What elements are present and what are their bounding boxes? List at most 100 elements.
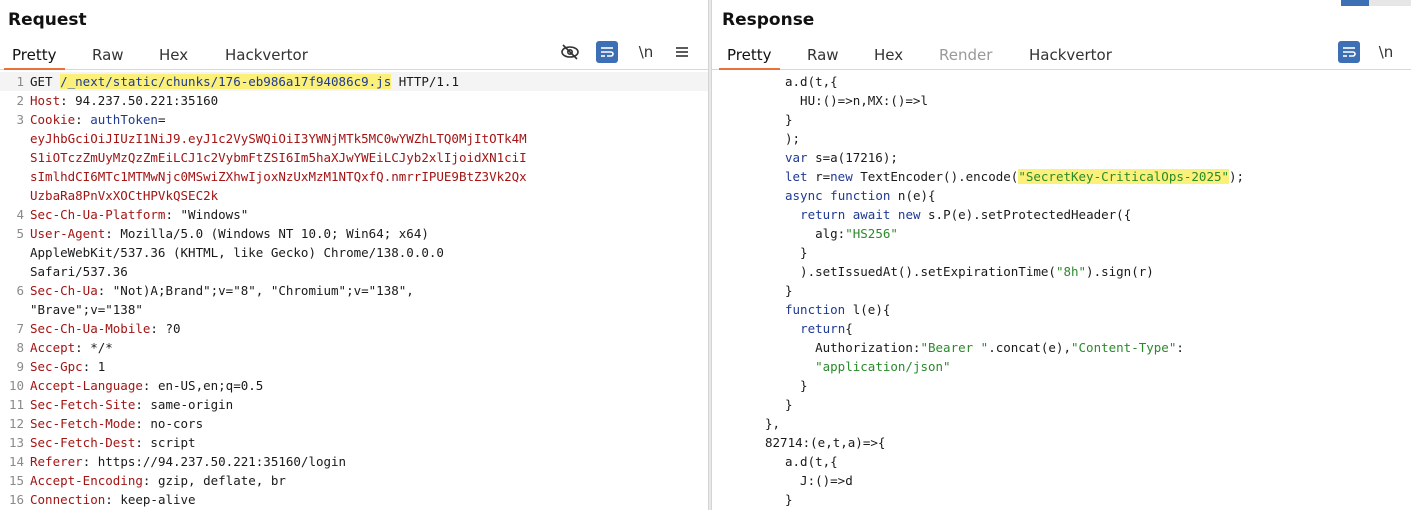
- code-text: Safari/537.36: [30, 262, 128, 281]
- code-text: Accept-Language: en-US,en;q=0.5: [30, 376, 263, 395]
- line-number: 9: [16, 359, 24, 374]
- code-token: : ?0: [150, 321, 181, 336]
- code-token: :: [1176, 340, 1184, 355]
- line-number: 16: [8, 492, 24, 507]
- layout-toggle-inactive[interactable]: [1369, 0, 1411, 6]
- code-line: alg:"HS256": [712, 224, 1411, 243]
- tab-response-pretty[interactable]: Pretty: [719, 46, 779, 70]
- code-token: /_next/static/chunks/176-eb986a17f94086c…: [60, 74, 392, 89]
- code-token: s.P(e).setProtectedHeader({: [920, 207, 1132, 222]
- code-token: : 94.237.50.221:35160: [60, 93, 219, 108]
- tab-response-hex[interactable]: Hex: [874, 46, 903, 64]
- code-token: : no-cors: [135, 416, 204, 431]
- code-token: Accept-Language: [30, 378, 143, 393]
- code-text: S1iOTczZmUyMzQzZmEiLCJ1c2VybmFtZSI6Im5ha…: [30, 148, 527, 167]
- code-line: 1 GET /_next/static/chunks/176-eb986a17f9…: [0, 72, 708, 91]
- line-number: 6: [16, 283, 24, 298]
- code-line: }: [712, 243, 1411, 262]
- code-text: UzbaRa8PnVxXOCtHPVkQSEC2k: [30, 186, 218, 205]
- tab-request-raw[interactable]: Raw: [92, 46, 124, 64]
- code-token: Accept-Encoding: [30, 473, 143, 488]
- code-token: sImlhdCI6MTc1MTMwNjc0MSwiZXhwIjoxNzUxMzM…: [30, 169, 527, 184]
- code-line: 10 Accept-Language: en-US,en;q=0.5: [0, 376, 708, 395]
- code-text: }: [785, 490, 793, 509]
- code-token: {: [845, 321, 853, 336]
- code-token: ).setIssuedAt().setExpirationTime(: [785, 264, 1056, 279]
- code-text: Sec-Ch-Ua: "Not)A;Brand";v="8", "Chromiu…: [30, 281, 414, 300]
- code-text: }: [785, 243, 808, 262]
- code-token: function: [785, 302, 846, 317]
- code-token: .concat(e),: [988, 340, 1071, 355]
- code-token: : en-US,en;q=0.5: [142, 378, 264, 393]
- line-number: 2: [16, 93, 24, 108]
- code-token: Accept: [30, 340, 76, 355]
- response-editor[interactable]: a.d(t,{ HU:()=>n,MX:()=>l}); var s=a(1721…: [712, 72, 1411, 510]
- code-token: }: [785, 283, 793, 298]
- response-tabs: Pretty Raw Hex Render Hackvertor: [712, 44, 1411, 70]
- code-token: HU:()=>n,MX:()=>l: [785, 93, 928, 108]
- code-line: HU:()=>n,MX:()=>l: [712, 91, 1411, 110]
- code-line: },: [712, 414, 1411, 433]
- code-line: 6 Sec-Ch-Ua: "Not)A;Brand";v="8", "Chromi…: [0, 281, 708, 300]
- code-token: "application/json": [815, 359, 951, 374]
- code-text: J:()=>d: [785, 471, 853, 490]
- code-line: async function n(e){: [712, 186, 1411, 205]
- code-text: }: [785, 395, 793, 414]
- code-text: }: [785, 110, 793, 129]
- code-text: Connection: keep-alive: [30, 490, 196, 509]
- code-token: Referer: [30, 454, 83, 469]
- code-line: var s=a(17216);: [712, 148, 1411, 167]
- layout-toggle-active[interactable]: [1341, 0, 1369, 6]
- code-text: a.d(t,{: [785, 452, 838, 471]
- request-editor[interactable]: 1 GET /_next/static/chunks/176-eb986a17f9…: [0, 72, 708, 510]
- code-text: Referer: https://94.237.50.221:35160/log…: [30, 452, 346, 471]
- menu-icon[interactable]: [670, 40, 694, 64]
- code-token: Cookie: [30, 112, 76, 127]
- hide-eye-icon[interactable]: [558, 40, 582, 64]
- code-line: "Brave";v="138": [0, 300, 708, 319]
- line-number: 3: [16, 112, 24, 127]
- code-token: :: [75, 112, 91, 127]
- line-number: 8: [16, 340, 24, 355]
- code-token: l(e){: [845, 302, 891, 317]
- code-line: sImlhdCI6MTc1MTMwNjc0MSwiZXhwIjoxNzUxMzM…: [0, 167, 708, 186]
- word-wrap-icon[interactable]: [1338, 41, 1360, 63]
- newline-toggle-icon[interactable]: \n: [1374, 40, 1398, 64]
- tab-request-hackvertor[interactable]: Hackvertor: [225, 46, 308, 64]
- code-token: return: [800, 207, 846, 222]
- tab-request-hex[interactable]: Hex: [159, 46, 188, 64]
- code-token: : https://94.237.50.221:35160/login: [82, 454, 347, 469]
- code-token: : keep-alive: [105, 492, 196, 507]
- code-text: eyJhbGciOiJIUzI1NiJ9.eyJ1c2VySWQiOiI3YWN…: [30, 129, 527, 148]
- code-token: Safari/537.36: [30, 264, 128, 279]
- code-line: a.d(t,{: [712, 72, 1411, 91]
- code-line: }: [712, 110, 1411, 129]
- code-token: =: [157, 112, 166, 127]
- code-text: Authorization:"Bearer ".concat(e),"Conte…: [785, 338, 1184, 357]
- code-line: Safari/537.36: [0, 262, 708, 281]
- code-text: Accept-Encoding: gzip, deflate, br: [30, 471, 286, 490]
- code-text: var s=a(17216);: [785, 148, 898, 167]
- word-wrap-icon[interactable]: [596, 41, 618, 63]
- code-line: UzbaRa8PnVxXOCtHPVkQSEC2k: [0, 186, 708, 205]
- tab-request-pretty[interactable]: Pretty: [4, 46, 64, 70]
- code-text: a.d(t,{: [785, 72, 838, 91]
- code-text: sImlhdCI6MTc1MTMwNjc0MSwiZXhwIjoxNzUxMzM…: [30, 167, 527, 186]
- code-line: 8 Accept: */*: [0, 338, 708, 357]
- tab-response-render: Render: [939, 46, 993, 64]
- newline-toggle-icon[interactable]: \n: [634, 40, 658, 64]
- code-token: authToken: [90, 112, 158, 127]
- tab-response-hackvertor[interactable]: Hackvertor: [1029, 46, 1112, 64]
- code-token: : Mozilla/5.0 (Windows NT 10.0; Win64; x…: [105, 226, 429, 241]
- tab-response-raw[interactable]: Raw: [807, 46, 839, 64]
- code-line: 13 Sec-Fetch-Dest: script: [0, 433, 708, 452]
- code-line: 2 Host: 94.237.50.221:35160: [0, 91, 708, 110]
- code-line: Authorization:"Bearer ".concat(e),"Conte…: [712, 338, 1411, 357]
- code-token: s=a(17216);: [807, 150, 898, 165]
- code-token: var: [785, 150, 808, 165]
- code-text: 82714:(e,t,a)=>{: [765, 433, 885, 452]
- code-token: "SecretKey-CriticalOps-2025": [1018, 169, 1230, 184]
- code-token: async: [785, 188, 823, 203]
